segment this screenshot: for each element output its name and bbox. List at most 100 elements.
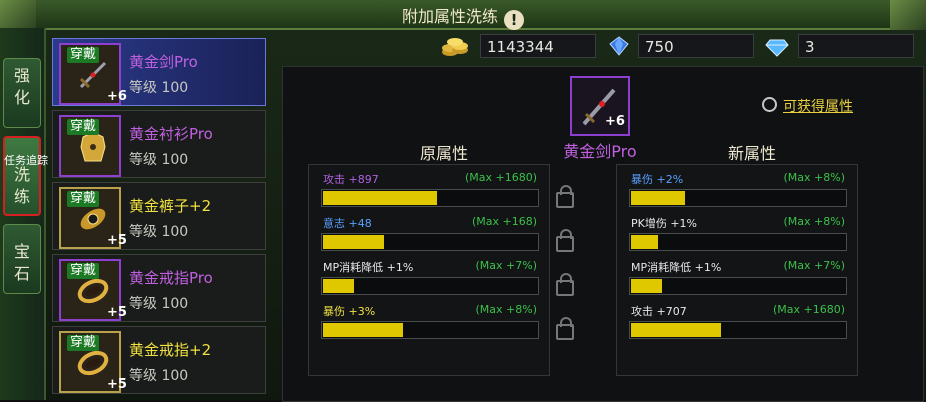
window-title-wrap: 附加属性洗练! [0,3,926,30]
tab-refine[interactable]: 洗练 [3,136,41,216]
lock-icon[interactable] [556,185,574,208]
diamond-amount: 3 [798,34,914,58]
quest-tracker-label[interactable]: 任务追踪 [4,152,48,168]
attribute-bar [629,277,847,295]
item-slot: 穿戴 +5 [59,187,127,249]
attribute-bar [629,189,847,207]
new-attribute-row: 攻击 +707 (Max +1680) [617,301,855,343]
attribute-bar-fill [323,191,437,205]
item-slot: 穿戴 [59,115,121,177]
item-name: 黄金剑Pro [129,53,198,71]
item-slot: 穿戴 +5 [59,331,127,393]
lock-icon[interactable] [556,273,574,296]
tab-gem[interactable]: 宝石 [3,224,41,294]
crystal-amount: 750 [638,34,754,58]
new-attribute-row: PK增伤 +1% (Max +8%) [617,213,855,255]
tab-enhance[interactable]: 强化 [3,58,41,128]
new-attributes-heading: 新属性 [728,144,777,163]
attribute-label: 暴伤 +3% [323,305,376,318]
equipment-list-item[interactable]: 穿戴 +5 黄金裤子+2 等级 100 [52,182,266,250]
side-tab-rail: 强化 洗练 宝石 [0,28,46,400]
item-plus: +5 [107,233,127,248]
attribute-bar-fill [323,279,354,293]
attribute-label: 暴伤 +2% [631,173,684,186]
item-level: 等级 100 [129,80,189,96]
attribute-bar-fill [631,235,658,249]
item-plus: +5 [107,305,127,320]
selected-item-name: 黄金剑Pro [563,142,637,161]
item-slot: 穿戴 +6 [59,43,127,105]
item-name: 黄金戒指Pro [129,269,213,287]
attribute-label: MP消耗降低 +1% [323,261,414,274]
item-slot: 穿戴 +5 [59,259,127,321]
equipment-list-item[interactable]: 穿戴 黄金衬衫Pro 等级 100 [52,110,266,178]
attribute-bar-fill [323,235,384,249]
equipped-badge: 穿戴 [67,119,100,135]
equipped-badge: 穿戴 [67,335,100,351]
diamond-icon [764,34,794,58]
lock-icon[interactable] [556,317,574,340]
item-plus: +6 [107,89,127,104]
attribute-bar-fill [631,323,721,337]
original-attribute-row: 暴伤 +3% (Max +8%) [309,301,547,343]
item-level: 等级 100 [129,296,189,312]
lock-icon[interactable] [556,229,574,252]
equipped-badge: 穿戴 [67,191,100,207]
gold-coins-icon [440,34,470,58]
attribute-max: (Max +8%) [475,303,538,316]
attribute-label: PK增伤 +1% [631,217,698,230]
attribute-bar [321,189,539,207]
original-attribute-row: 攻击 +897 (Max +1680) [309,169,547,211]
selected-item-plus: +6 [605,114,625,129]
attribute-label: 攻击 +897 [323,173,379,186]
attribute-bar-fill [631,279,662,293]
attribute-max: (Max +168) [471,215,537,228]
attribute-label: 攻击 +707 [631,305,687,318]
attribute-label: MP消耗降低 +1% [631,261,722,274]
attribute-max: (Max +8%) [783,171,846,184]
equipment-list: 穿戴 +6 黄金剑Pro 等级 100 穿戴 黄金衬衫Pro 等级 100 穿戴 +5 黄金裤子+… [48,38,270,400]
gold-amount: 1143344 [480,34,596,58]
attribute-bar [629,233,847,251]
tab-gem-label: 宝石 [14,242,31,283]
window-title: 附加属性洗练 [401,7,498,26]
item-level: 等级 100 [129,224,189,240]
attribute-bar [629,321,847,339]
magnifier-icon [762,97,777,112]
original-attribute-row: 意志 +48 (Max +168) [309,213,547,255]
new-attribute-row: MP消耗降低 +1% (Max +7%) [617,257,855,299]
equipped-badge: 穿戴 [67,47,100,63]
original-attributes-box: 攻击 +897 (Max +1680) 意志 +48 (Max +168) MP消耗降低… [308,164,550,376]
original-attribute-row: MP消耗降低 +1% (Max +7%) [309,257,547,299]
item-level: 等级 100 [129,152,189,168]
title-bar: 附加属性洗练! [0,0,926,30]
attribute-max: (Max +7%) [475,259,538,272]
attribute-label: 意志 +48 [323,217,372,230]
attribute-max: (Max +1680) [464,171,537,184]
crystal-icon [606,34,636,58]
equipment-list-item[interactable]: 穿戴 +5 黄金戒指Pro 等级 100 [52,254,266,322]
item-name: 黄金裤子+2 [129,197,212,215]
attribute-bar-fill [323,323,403,337]
item-name: 黄金衬衫Pro [129,125,213,143]
item-level: 等级 100 [129,368,189,384]
attribute-max: (Max +7%) [783,259,846,272]
obtainable-attributes-label: 可获得属性 [783,99,853,115]
attribute-bar-fill [631,191,685,205]
tab-refine-label: 洗练 [14,165,31,206]
attribute-bar [321,233,539,251]
attribute-max: (Max +1680) [772,303,845,316]
attribute-bar [321,277,539,295]
attribute-bar [321,321,539,339]
equipped-badge: 穿戴 [67,263,100,279]
original-attributes-heading: 原属性 [420,144,469,163]
equipment-list-item[interactable]: 穿戴 +5 黄金戒指+2 等级 100 [52,326,266,394]
tab-enhance-label: 强化 [14,66,31,107]
item-name: 黄金戒指+2 [129,341,212,359]
attribute-max: (Max +8%) [783,215,846,228]
item-plus: +5 [107,377,127,392]
new-attribute-row: 暴伤 +2% (Max +8%) [617,169,855,211]
obtainable-attributes-link[interactable]: 可获得属性 [762,96,853,116]
equipment-list-item[interactable]: 穿戴 +6 黄金剑Pro 等级 100 [52,38,266,106]
info-icon[interactable]: ! [504,10,524,30]
